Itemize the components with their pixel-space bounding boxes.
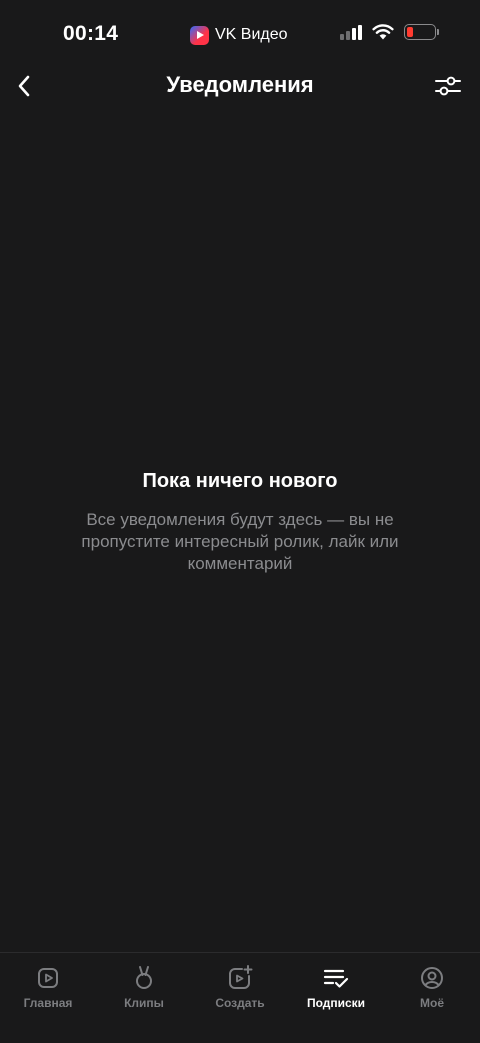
battery-icon: [404, 24, 439, 40]
status-icons: [340, 24, 439, 40]
bottom-tab-bar: Главная Клипы Создать Подписки Моё: [0, 952, 480, 1043]
subscriptions-icon: [323, 965, 349, 991]
tab-profile[interactable]: Моё: [384, 953, 480, 1043]
nav-header: Уведомления: [0, 60, 480, 112]
create-video-icon: [227, 965, 253, 991]
empty-state: Пока ничего нового Все уведомления будут…: [0, 470, 480, 575]
tab-home-label: Главная: [23, 996, 73, 1010]
notification-settings-button[interactable]: [432, 70, 464, 102]
app-indicator-label: VK Видео: [215, 26, 288, 43]
tab-subscriptions[interactable]: Подписки: [288, 953, 384, 1043]
tab-home[interactable]: Главная: [0, 953, 96, 1043]
tab-subscriptions-label: Подписки: [306, 996, 366, 1010]
tab-clips[interactable]: Клипы: [96, 953, 192, 1043]
wifi-icon: [372, 24, 394, 40]
empty-state-text: Все уведомления будут здесь — вы не проп…: [81, 510, 399, 573]
status-time: 00:14: [63, 22, 119, 45]
profile-icon: [419, 965, 445, 991]
tab-create-label: Создать: [215, 996, 265, 1010]
cellular-signal-icon: [340, 24, 362, 40]
play-square-icon: [35, 965, 61, 991]
vk-video-logo-icon: [190, 25, 209, 45]
tab-create[interactable]: Создать: [192, 953, 288, 1043]
app-indicator[interactable]: VK Видео: [180, 18, 300, 52]
sliders-icon: [435, 76, 461, 96]
tab-clips-label: Клипы: [124, 996, 164, 1010]
clips-icon: [131, 965, 157, 991]
page-title: Уведомления: [166, 72, 314, 97]
tab-profile-label: Моё: [420, 996, 444, 1010]
empty-state-title: Пока ничего нового: [142, 470, 338, 492]
